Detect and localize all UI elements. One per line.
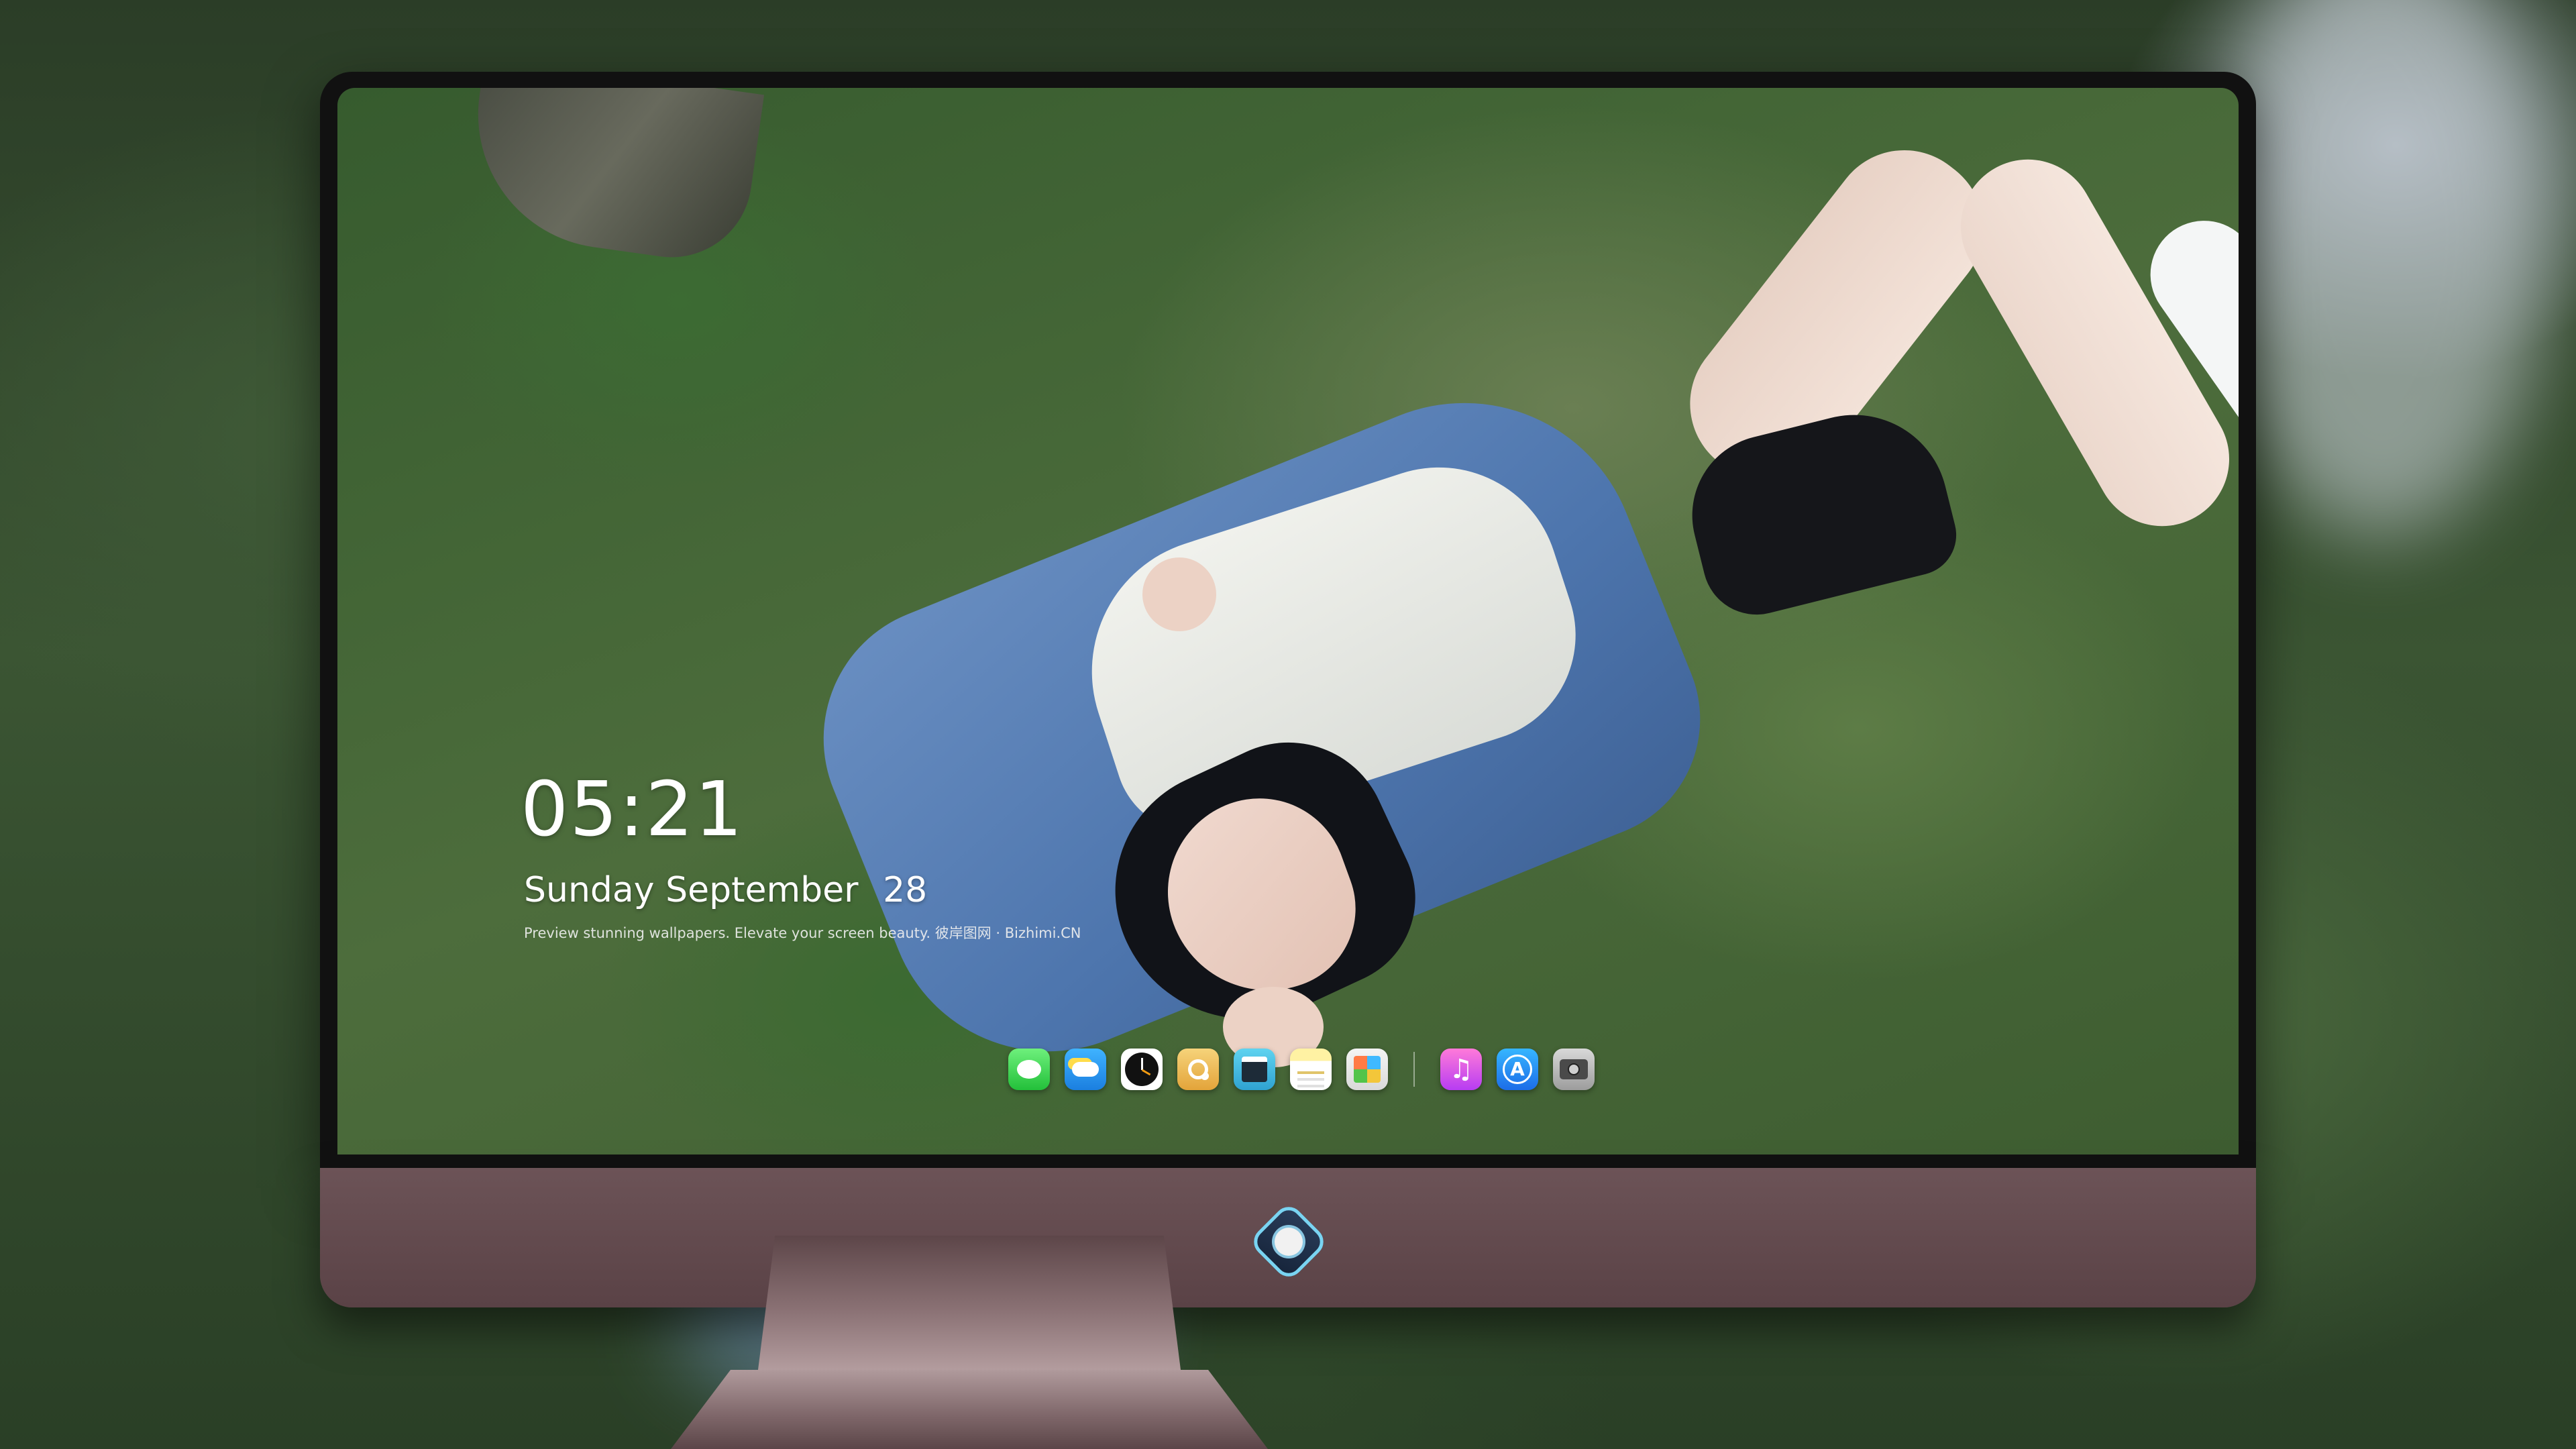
logo-shield xyxy=(1248,1201,1330,1283)
clock-icon[interactable] xyxy=(1121,1049,1163,1090)
monitor-stand-base xyxy=(671,1370,1268,1449)
lock-screen-clock: 05:21 xyxy=(521,766,744,853)
date-weekday: Sunday xyxy=(524,870,655,910)
app-store-glyph: A xyxy=(1503,1055,1532,1084)
clips-clapper xyxy=(1242,1057,1267,1082)
clips-icon[interactable] xyxy=(1234,1049,1275,1090)
wallpaper-tagline: Preview stunning wallpapers. Elevate you… xyxy=(524,925,1081,941)
music-note-glyph: ♫ xyxy=(1449,1054,1473,1085)
monitor-stand-neck xyxy=(758,1236,1181,1370)
weather-cloud xyxy=(1072,1062,1099,1077)
dock: ♫ A xyxy=(1008,1046,1609,1093)
weather-icon[interactable] xyxy=(1065,1049,1106,1090)
monitor-chin xyxy=(320,1168,2256,1307)
date-month: September xyxy=(665,870,859,910)
clock-face xyxy=(1125,1053,1159,1086)
photos-grid xyxy=(1354,1056,1381,1083)
preview-icon[interactable] xyxy=(1177,1049,1219,1090)
lock-screen-date: Sunday September 28 xyxy=(524,873,927,908)
desktop-background: 05:21 Sunday September 28 Preview stunni… xyxy=(0,0,2576,1449)
monitor: 05:21 Sunday September 28 Preview stunni… xyxy=(320,72,2256,1307)
wallpaper-hand xyxy=(1142,557,1216,631)
dock-separator xyxy=(1413,1052,1415,1087)
camera-icon[interactable] xyxy=(1553,1049,1595,1090)
notes-lines xyxy=(1297,1071,1324,1074)
messages-icon[interactable] xyxy=(1008,1049,1050,1090)
monitor-bezel: 05:21 Sunday September 28 Preview stunni… xyxy=(320,72,2256,1168)
wallpaper-figure xyxy=(740,88,2239,1155)
music-icon[interactable]: ♫ xyxy=(1440,1049,1482,1090)
lock-screen[interactable]: 05:21 Sunday September 28 Preview stunni… xyxy=(337,88,2239,1155)
photos-icon[interactable] xyxy=(1346,1049,1388,1090)
camera-body xyxy=(1560,1059,1588,1079)
app-store-icon[interactable]: A xyxy=(1497,1049,1538,1090)
date-day: 28 xyxy=(883,870,928,910)
brand-logo-icon xyxy=(1248,1201,1330,1283)
preview-magnifier xyxy=(1188,1059,1208,1079)
background-blur xyxy=(2214,0,2549,537)
wallpaper-tree xyxy=(460,88,765,268)
logo-core xyxy=(1275,1228,1303,1256)
messages-bubble xyxy=(1017,1060,1041,1079)
notes-icon[interactable] xyxy=(1290,1049,1332,1090)
